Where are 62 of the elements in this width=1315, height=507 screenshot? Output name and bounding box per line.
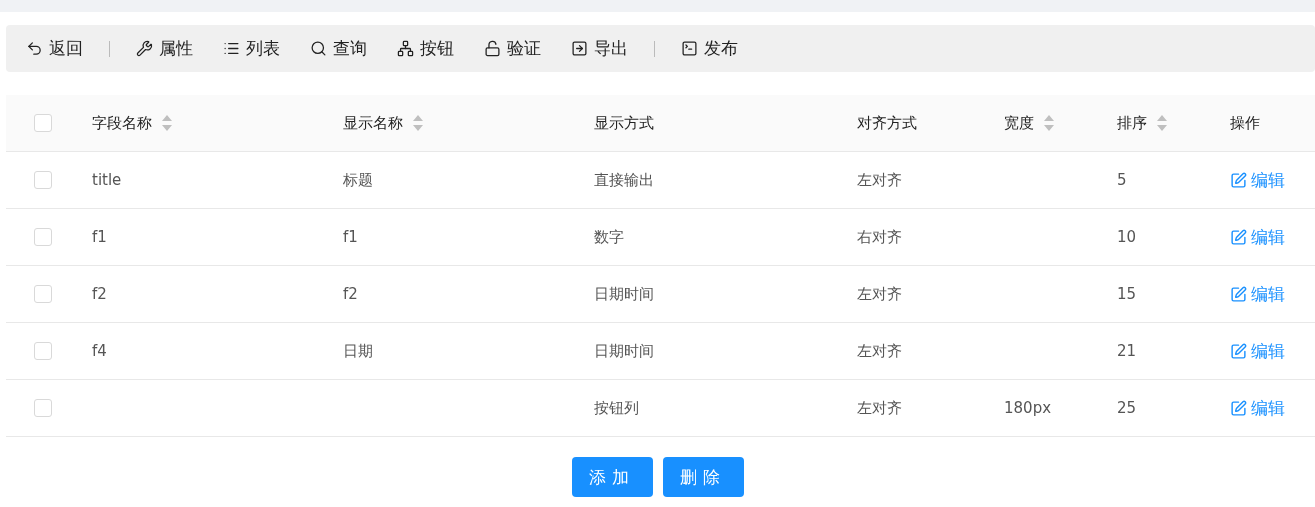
table-cell-text: 25 — [1116, 399, 1138, 417]
sort-icon[interactable] — [1157, 114, 1167, 132]
checkbox[interactable] — [34, 342, 52, 360]
table-cell-text: f2 — [91, 285, 108, 303]
table-cell-text: 21 — [1116, 342, 1138, 360]
table-cell-text: 左对齐 — [856, 341, 903, 361]
table-cell-text: 日期时间 — [593, 341, 655, 361]
edit-icon — [1230, 285, 1247, 303]
edit-icon — [1230, 399, 1247, 417]
table-cell-text: 直接输出 — [593, 170, 655, 190]
export-icon — [571, 40, 588, 57]
undo-icon — [26, 40, 43, 57]
hierarchy-icon — [397, 40, 414, 57]
edit-icon — [1230, 171, 1247, 189]
toolbar-button[interactable]: 属性 — [128, 37, 201, 60]
table-cell-text: 左对齐 — [856, 170, 903, 190]
table-cell-text: 日期 — [342, 341, 374, 361]
sort-icon[interactable] — [1044, 114, 1054, 132]
checkbox[interactable] — [34, 171, 52, 189]
column-header: 显示方式 — [594, 113, 654, 133]
search-icon — [310, 40, 327, 57]
table-cell-text: 右对齐 — [856, 227, 903, 247]
table-cell-text: 180px — [1003, 399, 1053, 417]
table-cell-text: 10 — [1116, 228, 1138, 246]
table-cell-text: 数字 — [593, 227, 625, 247]
column-header: 宽度 — [1004, 113, 1034, 133]
toolbar-button[interactable]: 按钮 — [389, 37, 462, 60]
column-header: 排序 — [1117, 113, 1147, 133]
table-cell-text: 左对齐 — [856, 398, 903, 418]
toolbar-button[interactable]: 列表 — [215, 37, 288, 60]
column-header: 操作 — [1230, 113, 1260, 133]
table-cell-text: f2 — [342, 285, 359, 303]
terminal-icon — [681, 40, 698, 57]
table-cell-text: 5 — [1116, 171, 1128, 189]
table-cell-text: f4 — [91, 342, 108, 360]
table-cell-text: 按钮列 — [593, 398, 640, 418]
table-cell-text: 标题 — [342, 170, 374, 190]
toolbar-button[interactable]: 验证 — [476, 37, 549, 60]
column-header: 对齐方式 — [857, 113, 917, 133]
table-cell-text: 左对齐 — [856, 284, 903, 304]
toolbar-button[interactable]: 导出 — [563, 37, 636, 60]
toolbar-button[interactable]: 查询 — [302, 37, 375, 60]
table-cell-text: f1 — [342, 228, 359, 246]
checkbox[interactable] — [34, 228, 52, 246]
checkbox[interactable] — [34, 114, 52, 132]
toolbar-button[interactable]: 返回 — [18, 37, 91, 60]
table-cell-text: title — [91, 171, 123, 189]
checkbox[interactable] — [34, 285, 52, 303]
sort-icon[interactable] — [413, 114, 423, 132]
table-cell-text: f1 — [91, 228, 108, 246]
sort-icon[interactable] — [162, 114, 172, 132]
checkbox[interactable] — [34, 399, 52, 417]
edit-icon — [1230, 342, 1247, 360]
toolbar-button[interactable]: 发布 — [673, 37, 746, 60]
column-header: 字段名称 — [92, 113, 152, 133]
edit-icon — [1230, 228, 1247, 246]
list-icon — [223, 40, 240, 57]
table-cell-text: 日期时间 — [593, 284, 655, 304]
table-cell-text: 15 — [1116, 285, 1138, 303]
unlock-icon — [484, 40, 501, 57]
wrench-icon — [136, 40, 153, 57]
column-header: 显示名称 — [343, 113, 403, 133]
